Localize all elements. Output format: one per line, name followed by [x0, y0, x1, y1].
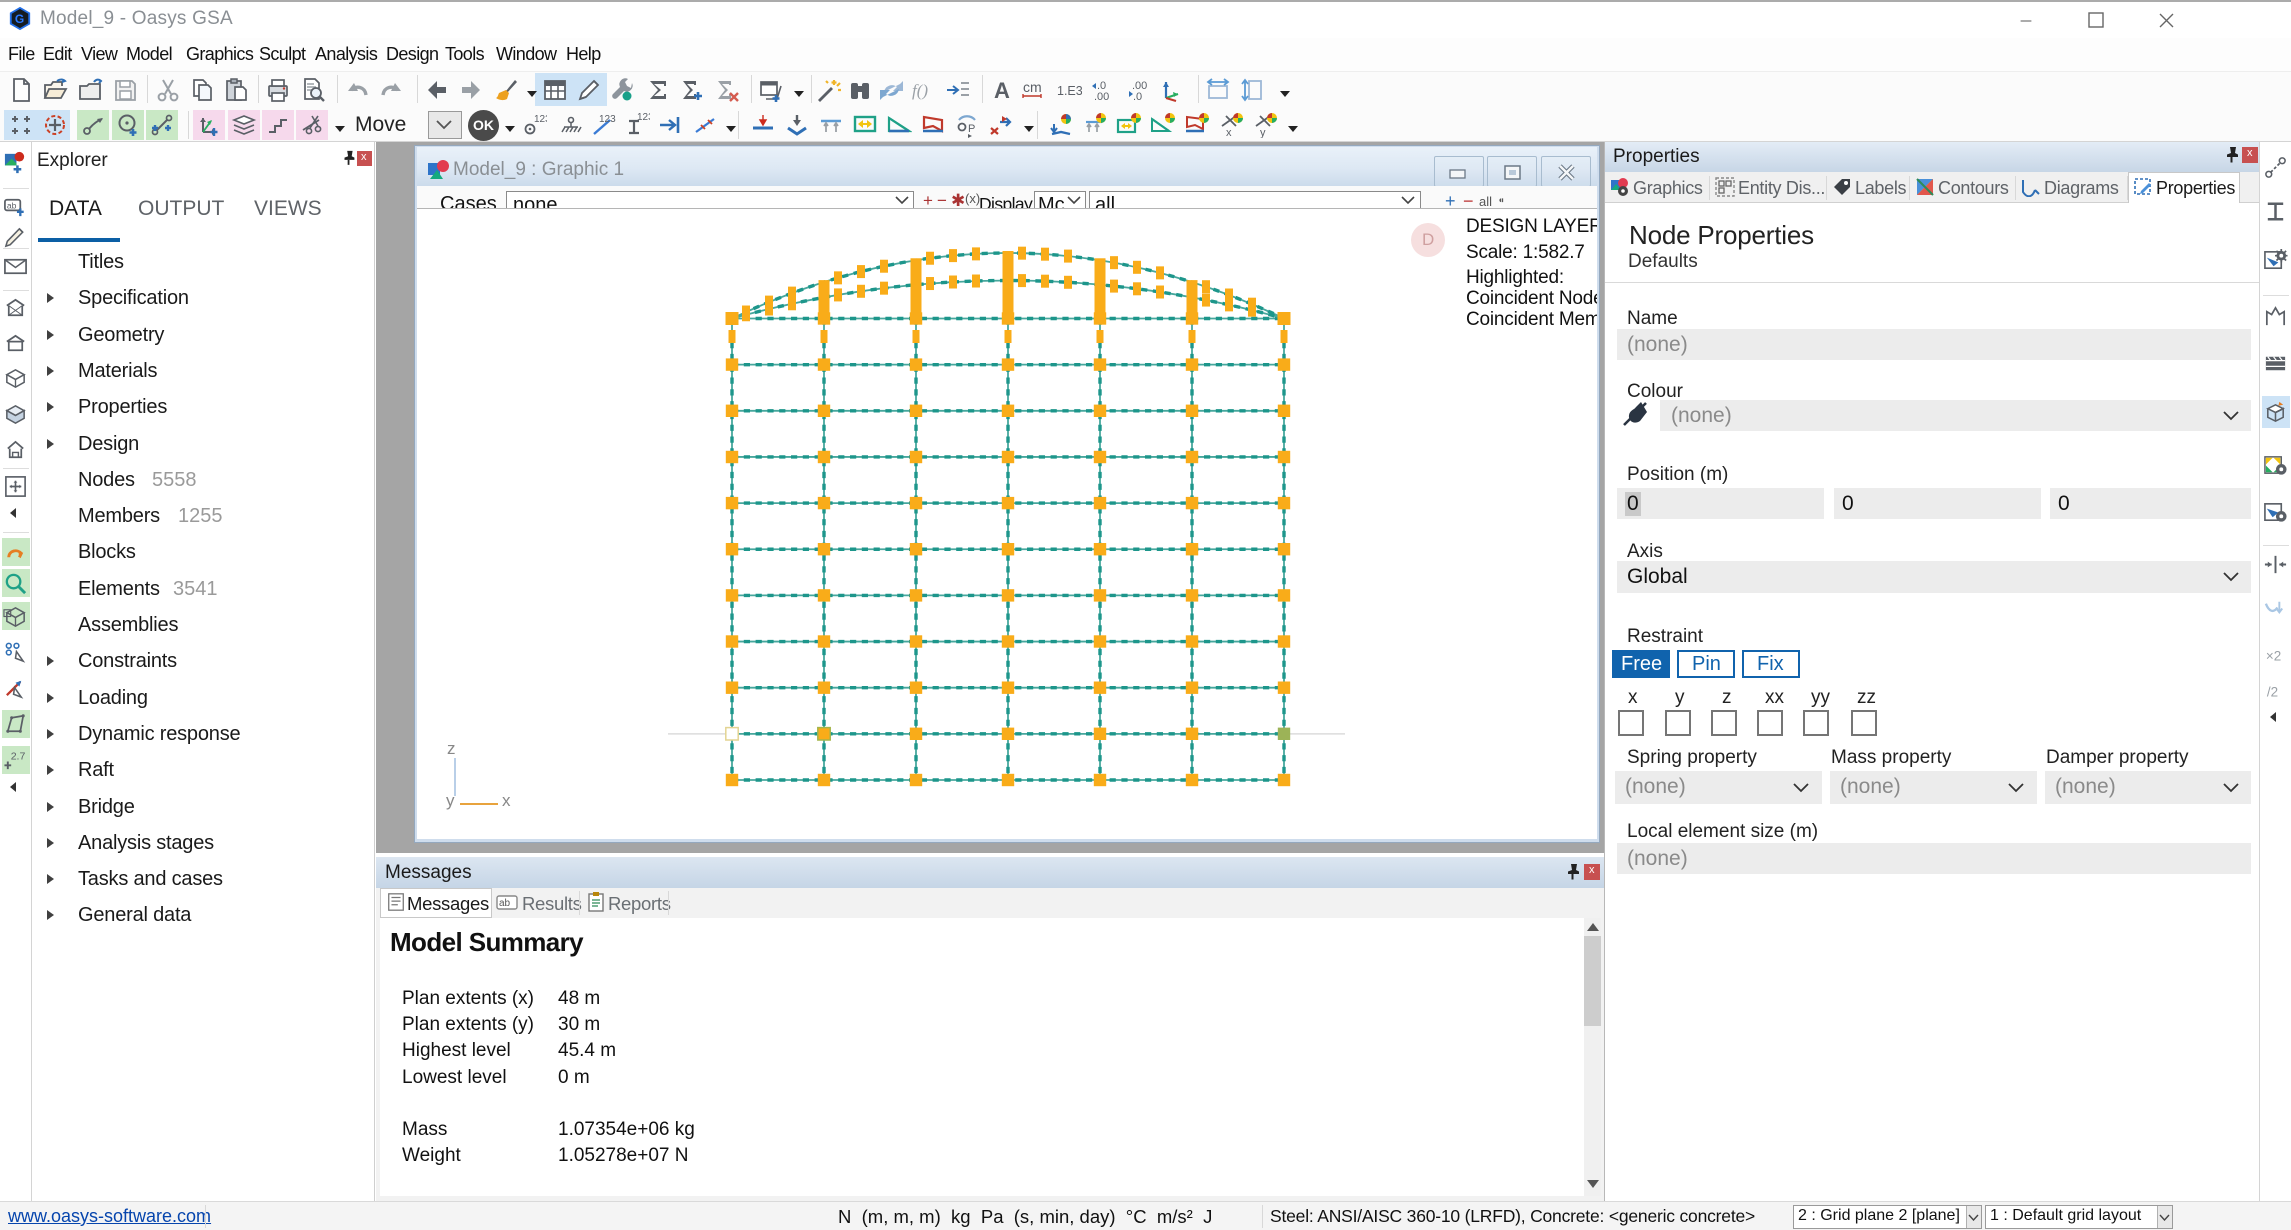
svg-text:1.E3: 1.E3	[1057, 84, 1082, 98]
svg-text:2.7: 2.7	[11, 751, 26, 763]
svg-text:×2: ×2	[2266, 648, 2281, 663]
svg-text:ab: ab	[7, 200, 17, 210]
svg-text:123: 123	[599, 114, 616, 125]
svg-text:.00: .00	[1094, 91, 1109, 103]
svg-text:ab: ab	[499, 898, 511, 909]
svg-text:P: P	[968, 123, 975, 135]
svg-text:/2: /2	[2267, 684, 2278, 699]
svg-text:y: y	[1260, 127, 1266, 138]
svg-text:123: 123	[637, 112, 650, 123]
svg-text:G: G	[15, 12, 24, 26]
svg-text:cm: cm	[1023, 79, 1042, 95]
svg-text:f(): f()	[912, 81, 928, 100]
svg-text:123: 123	[534, 114, 547, 125]
svg-text:A: A	[994, 78, 1010, 103]
svg-text:x: x	[1226, 127, 1232, 138]
svg-text:.0: .0	[1133, 91, 1142, 103]
